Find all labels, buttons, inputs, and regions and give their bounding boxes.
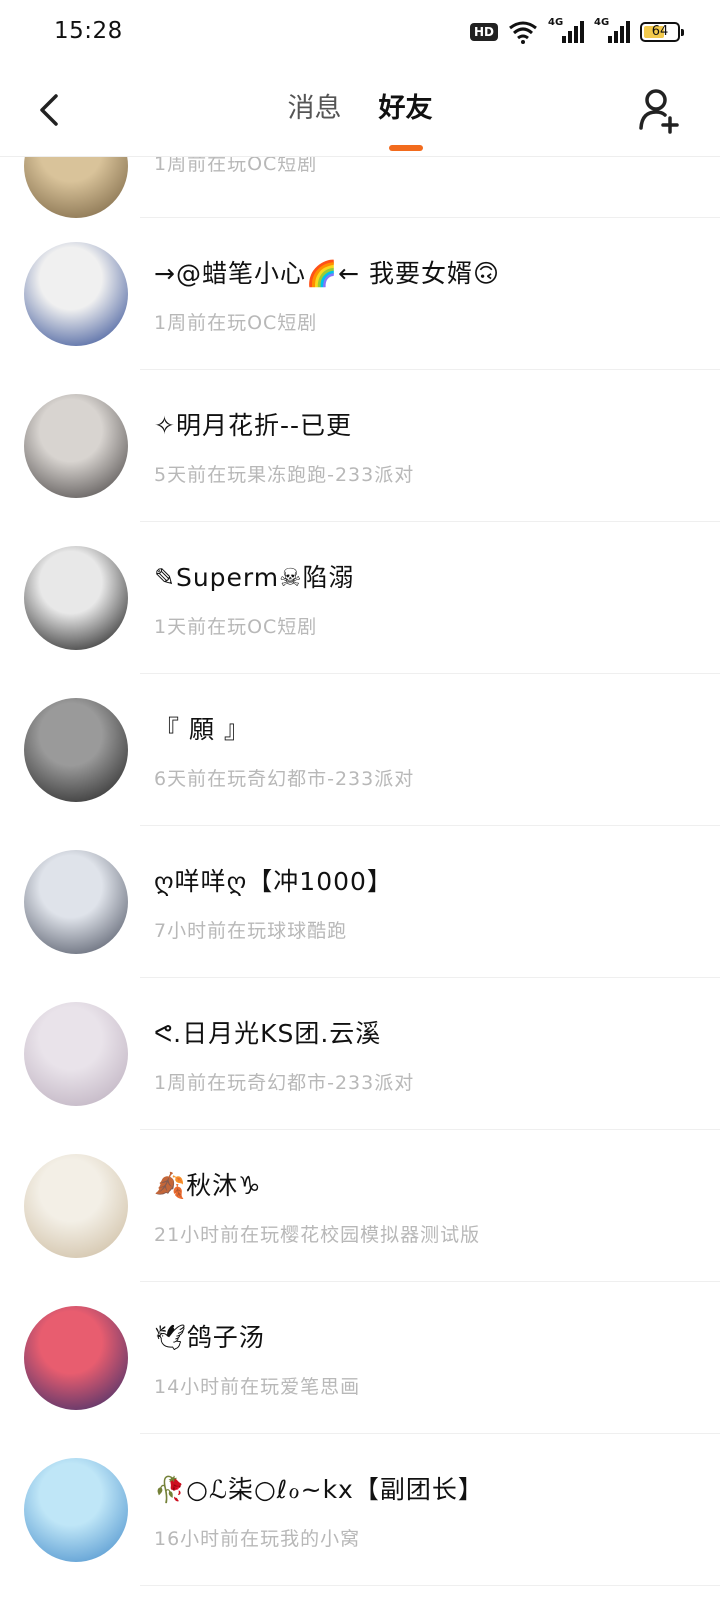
active-tab-indicator [388, 145, 423, 151]
friend-row[interactable]: 🥀○ℒ柒○ℓℴ~kx【副团长】 16小时前在玩我的小窝 [0, 1434, 720, 1586]
avatar [24, 1306, 128, 1410]
status-icons: HD 4G 4G 64 [469, 17, 684, 46]
friend-status: 14小时前在玩爱笔思画 [154, 1376, 361, 1398]
hd-icon: HD [469, 23, 498, 41]
avatar [24, 850, 128, 954]
signal-icon-2: 4G [594, 17, 630, 43]
nav-bar: 消息 好友 [0, 64, 720, 157]
avatar [24, 394, 128, 498]
tab-bar: 消息 好友 [0, 86, 720, 151]
battery-icon: 64 [640, 22, 684, 42]
signal-icon-1: 4G [548, 17, 584, 43]
divider [140, 1585, 720, 1586]
status-time: 15:28 [54, 18, 123, 44]
avatar [24, 242, 128, 346]
friend-name: ✧明月花折--已更 [154, 411, 352, 440]
friend-name: 🕊鸽子汤 [154, 1323, 265, 1352]
avatar [24, 698, 128, 802]
friend-status: 6天前在玩奇幻都市-233派对 [154, 768, 415, 790]
friend-name: 🍂秋沐♑ [154, 1171, 262, 1200]
avatar [24, 1002, 128, 1106]
friend-name: ღ咩咩ღ【冲1000】 [154, 867, 393, 896]
add-friend-icon[interactable] [636, 86, 684, 134]
friend-row[interactable]: 『 願 』 6天前在玩奇幻都市-233派对 [0, 674, 720, 826]
friend-row[interactable]: ✧明月花折--已更 5天前在玩果冻跑跑-233派对 [0, 370, 720, 522]
friend-status: 21小时前在玩樱花校园模拟器测试版 [154, 1224, 481, 1246]
friend-list[interactable]: 1周前在玩OC短剧 →@蜡笔小心🌈← 我要女婿🙃 1周前在玩OC短剧 ✧明月花折… [0, 157, 720, 1612]
friend-row[interactable]: ᕙ.日月光KS团.云溪 1周前在玩奇幻都市-233派对 [0, 978, 720, 1130]
avatar [24, 546, 128, 650]
friend-status: 16小时前在玩我的小窝 [154, 1528, 361, 1550]
friend-status: 1周前在玩OC短剧 [154, 312, 318, 334]
friend-status: 5天前在玩果冻跑跑-233派对 [154, 464, 415, 486]
avatar [24, 157, 128, 218]
friend-name: 🥀○ℒ柒○ℓℴ~kx【副团长】 [154, 1475, 484, 1504]
friend-name: ✎Superm☠陷溺 [154, 563, 355, 592]
friend-row[interactable]: 🕊鸽子汤 14小时前在玩爱笔思画 [0, 1282, 720, 1434]
avatar [24, 1154, 128, 1258]
friend-name: 『 願 』 [154, 715, 250, 744]
friend-status: 1周前在玩奇幻都市-233派对 [154, 1072, 415, 1094]
battery-percent: 64 [651, 24, 669, 39]
tab-messages[interactable]: 消息 [287, 86, 341, 145]
friend-row[interactable]: ✎Superm☠陷溺 1天前在玩OC短剧 [0, 522, 720, 674]
friend-status: 7小时前在玩球球酷跑 [154, 920, 348, 942]
friend-status: 1周前在玩OC短剧 [154, 157, 318, 175]
friend-status: 1天前在玩OC短剧 [154, 616, 318, 638]
friend-row[interactable]: 🍂秋沐♑ 21小时前在玩樱花校园模拟器测试版 [0, 1130, 720, 1282]
wifi-icon [509, 21, 537, 44]
friend-row[interactable]: 1周前在玩OC短剧 [0, 157, 720, 218]
friend-name: ᕙ.日月光KS团.云溪 [154, 1019, 382, 1048]
friend-row[interactable]: →@蜡笔小心🌈← 我要女婿🙃 1周前在玩OC短剧 [0, 218, 720, 370]
avatar [24, 1458, 128, 1562]
friend-name: →@蜡笔小心🌈← 我要女婿🙃 [154, 259, 501, 288]
status-bar: 15:28 HD 4G 4G 64 [0, 0, 720, 64]
friend-row[interactable]: ღ咩咩ღ【冲1000】 7小时前在玩球球酷跑 [0, 826, 720, 978]
tab-friends[interactable]: 好友 [379, 86, 433, 151]
